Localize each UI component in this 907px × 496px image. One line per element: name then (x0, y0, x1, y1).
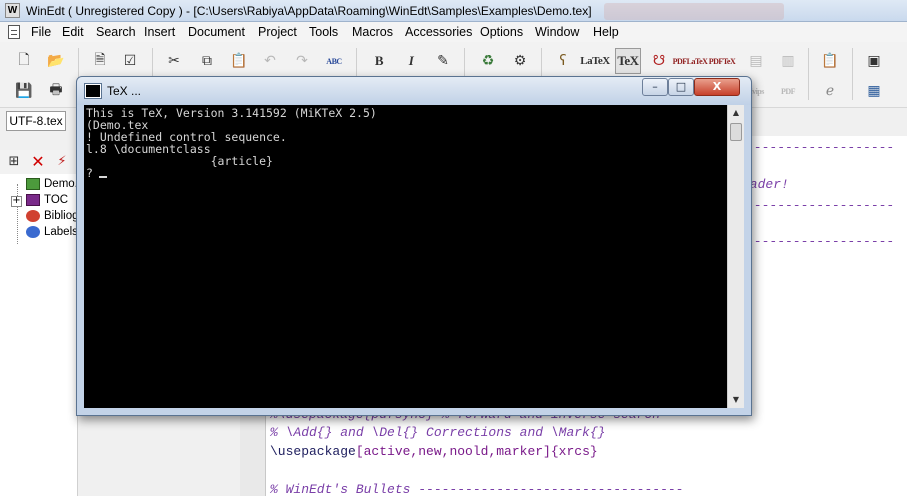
maximize-button[interactable]: □ (668, 78, 694, 96)
window-title: WinEdt ( Unregistered Copy ) - [C:\Users… (26, 4, 592, 18)
menu-insert[interactable]: Insert (144, 25, 175, 39)
tree-item-bibliography[interactable]: Bibliog (44, 210, 79, 222)
tex-console-window[interactable]: TeX ... – □ X This is TeX, Version 3.141… (76, 76, 752, 416)
project-tree: + Demo. TOC Bibliog Labels (0, 174, 79, 496)
monitor-icon[interactable]: ▣ (862, 49, 886, 73)
ps2pdf-icon[interactable]: PDF (776, 79, 800, 103)
close-icon[interactable]: ✕ (28, 150, 48, 172)
lightning-icon[interactable]: ⚡ (52, 150, 72, 172)
bear-icon[interactable]: ʕ (551, 49, 575, 73)
new-file-icon[interactable]: 🗋 (12, 49, 36, 73)
menu-help[interactable]: Help (593, 25, 619, 39)
recycle-icon[interactable]: ♻ (476, 49, 500, 73)
redo-icon[interactable]: ↷ (290, 49, 314, 73)
undo-icon[interactable]: ↶ (258, 49, 282, 73)
document-icon[interactable]: 🗎 (88, 49, 112, 73)
menu-document[interactable]: Document (188, 25, 245, 39)
menu-tools[interactable]: Tools (309, 25, 338, 39)
console-window-icon[interactable] (84, 83, 102, 99)
open-file-icon[interactable]: 📂 (44, 49, 68, 73)
pdftex-icon[interactable]: PDFTeX (709, 49, 736, 73)
document-icon (26, 178, 40, 190)
editor-line-corrections: % \Add{} and \Del{} Corrections and \Mar… (270, 425, 606, 440)
paste-icon[interactable]: 📋 (227, 49, 251, 73)
console-output[interactable]: This is TeX, Version 3.141592 (MiKTeX 2.… (84, 105, 744, 408)
tex-icon[interactable]: TeX (615, 48, 641, 74)
editor-dashes-2: ------------------- (746, 198, 895, 213)
menu-edit[interactable]: Edit (62, 25, 84, 39)
bibliography-icon (26, 210, 40, 222)
minimize-button[interactable]: – (642, 78, 668, 96)
editor-line-usepackage: \usepackage[active,new,noold,marker]{xrc… (270, 444, 598, 459)
tree-item-labels[interactable]: Labels (44, 226, 78, 238)
tree-item-toc[interactable]: TOC (44, 194, 68, 206)
menu-window[interactable]: Window (535, 25, 579, 39)
console-prompt-line[interactable]: ? (86, 167, 726, 179)
console-scrollbar[interactable]: ▲ ▼ (727, 105, 744, 408)
editor-line-bullets: % WinEdt's Bullets ---------------------… (270, 482, 684, 496)
save-icon[interactable]: 💾 (12, 79, 36, 103)
menu-search[interactable]: Search (96, 25, 136, 39)
copy-icon[interactable]: ⧉ (195, 49, 219, 73)
encoding-tab[interactable]: UTF-8.tex (6, 111, 66, 131)
usepackage-options: [active,new,noold,marker] (355, 444, 551, 459)
menu-macros[interactable]: Macros (352, 25, 393, 39)
console-prompt: ? (86, 166, 93, 180)
cut-icon[interactable]: ✂ (162, 49, 186, 73)
background-window-title (604, 3, 784, 20)
spellcheck-icon[interactable]: ABC (322, 49, 346, 73)
bold-icon[interactable]: B (367, 49, 391, 73)
browser-icon[interactable]: ℯ (818, 79, 842, 103)
menu-bar: File Edit Search Insert Document Project… (0, 22, 907, 42)
console-line: This is TeX, Version 3.141592 (MiKTeX 2.… (86, 106, 377, 120)
console-title-bar[interactable]: TeX ... – □ X (77, 77, 751, 105)
print-icon[interactable]: 🖶 (44, 79, 68, 103)
tree-icon[interactable]: ⊞ (4, 150, 24, 172)
labels-icon (26, 226, 40, 238)
clipboard-icon[interactable]: 📋 (818, 49, 842, 73)
checklist-icon[interactable]: ☑ (118, 49, 142, 73)
insert-icon[interactable]: ✎ (431, 49, 455, 73)
book-icon (26, 194, 40, 206)
menu-project[interactable]: Project (258, 25, 297, 39)
main-title-bar: W WinEdt ( Unregistered Copy ) - [C:\Use… (0, 0, 907, 22)
editor-dashes-3: ------------------- (746, 234, 895, 249)
dvi-preview-icon[interactable]: ▤ (744, 49, 768, 73)
ps-preview-icon[interactable]: ▥ (776, 49, 800, 73)
tree-item-demo[interactable]: Demo. (44, 178, 78, 190)
scroll-down-arrow-icon[interactable]: ▼ (728, 392, 744, 408)
editor-dashes-1: ------------------- (746, 140, 895, 155)
tree-toolbar: ⊞ ✕ ⚡ (0, 150, 78, 174)
latex-icon[interactable]: LaTeX (580, 49, 610, 73)
tree-expander[interactable]: + (11, 196, 22, 207)
italic-icon[interactable]: I (399, 49, 423, 73)
text-cursor (98, 176, 107, 178)
scroll-up-arrow-icon[interactable]: ▲ (728, 105, 744, 121)
console-title: TeX ... (107, 84, 142, 98)
menu-accessories[interactable]: Accessories (405, 25, 472, 39)
usepackage-argument: {xrcs} (550, 444, 598, 459)
winedt-app-icon[interactable]: W (5, 3, 20, 18)
acrobat-icon[interactable]: ☋ (647, 49, 671, 73)
pdflatex-icon[interactable]: PDFLaTeX (673, 49, 708, 73)
gear-icon[interactable]: ⚙ (508, 49, 532, 73)
close-button[interactable]: X (694, 78, 740, 96)
console-line: {article} (86, 154, 273, 168)
menu-file[interactable]: File (31, 25, 51, 39)
scroll-thumb[interactable] (730, 123, 742, 141)
usepackage-command: \usepackage (270, 444, 356, 459)
document-menu-icon[interactable] (8, 25, 20, 39)
calculator-icon[interactable]: ▦ (862, 79, 886, 103)
menu-options[interactable]: Options (480, 25, 523, 39)
